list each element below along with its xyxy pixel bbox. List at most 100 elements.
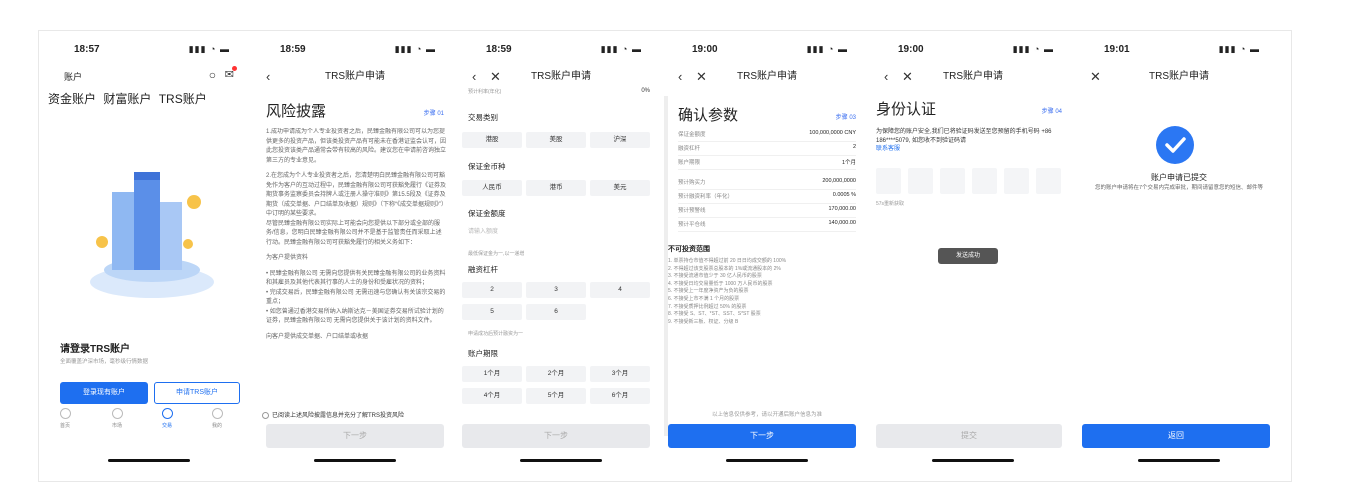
- message-icon[interactable]: ✉: [225, 66, 237, 81]
- resend-countdown[interactable]: 57s重新获取: [876, 200, 904, 207]
- option-sh-sz[interactable]: 沪深: [590, 132, 650, 148]
- param-row: 预计购买力 200,000,0000: [678, 178, 856, 190]
- step-indicator: 步骤 04: [1041, 109, 1062, 115]
- param-row: 预计平仓线 140,000.00: [678, 220, 856, 232]
- close-icon[interactable]: ✕: [1090, 68, 1101, 86]
- option-us[interactable]: 美股: [526, 132, 586, 148]
- back-icon[interactable]: ‹: [266, 68, 270, 86]
- apply-trs-button[interactable]: 申请TRS账户: [154, 382, 240, 404]
- disclosure-text: 1.成功申请成为个人专业投资者之后，民臻金融有限公司可以为您提供更多的投资产品，…: [266, 128, 446, 396]
- term-label: 账户期限: [468, 349, 498, 358]
- back-icon[interactable]: ‹: [472, 68, 476, 86]
- option-hk[interactable]: 港股: [462, 132, 522, 148]
- login-button[interactable]: 登录现有账户: [60, 382, 148, 404]
- nav-title: TRS账户申请: [1149, 71, 1209, 82]
- status-time: 19:00: [692, 44, 718, 55]
- otp-box[interactable]: [972, 168, 997, 194]
- market-icon: [111, 408, 123, 419]
- otp-box[interactable]: [908, 168, 933, 194]
- page-title: 账户: [64, 72, 83, 82]
- trade-type-label: 交易类别: [468, 113, 498, 122]
- status-time: 18:59: [486, 44, 512, 55]
- margin-hint: 最低保证金为一,以一递增: [468, 251, 525, 257]
- nav-title: TRS账户申请: [737, 71, 797, 82]
- term-1m[interactable]: 1个月: [462, 366, 522, 382]
- step-indicator: 步骤 03: [835, 115, 856, 121]
- paragraph: • 完成交易后，民臻金融有限公司 无需迅速与您确认有关该宗交易的重点；: [266, 289, 446, 306]
- next-button[interactable]: 下一步: [668, 424, 856, 448]
- back-icon[interactable]: ‹: [884, 68, 888, 86]
- param-value: 200,000,0000: [822, 178, 856, 184]
- param-label: 保证金额度: [678, 132, 706, 138]
- submit-button[interactable]: 提交: [876, 424, 1062, 448]
- otp-box[interactable]: [940, 168, 965, 194]
- home-icon: [59, 408, 71, 419]
- leverage-6[interactable]: 6: [526, 304, 586, 320]
- screen-account: 18:57 ▮▮▮ ◔ ▬ 账户 ○ ✉ 资金账户 财富账户 TRS账户 请登录T…: [46, 36, 252, 476]
- param-row: 账户期限 1个月: [678, 158, 856, 170]
- back-button[interactable]: 返回: [1082, 424, 1270, 448]
- term-5m[interactable]: 5个月: [526, 388, 586, 404]
- leverage-3[interactable]: 3: [526, 282, 586, 298]
- bottom-tab-mine[interactable]: 我的: [202, 408, 232, 429]
- search-icon[interactable]: ○: [209, 68, 216, 82]
- screen-identity: 19:00 ▮▮▮ ◔ ▬ ‹ ✕ TRS账户申请 身份认证 步骤 04 为保障您的账…: [870, 36, 1076, 476]
- page-heading: 身份认证: [876, 101, 937, 118]
- bottom-tab-trade[interactable]: 交易: [152, 408, 182, 429]
- paragraph: 向客户提供成交单据、户口结单或收据: [266, 333, 369, 340]
- agree-label: 已阅读上述风险披露信息并充分了解TRS投资风险: [272, 413, 405, 419]
- back-icon[interactable]: ‹: [678, 68, 682, 86]
- option-usd[interactable]: 美元: [590, 180, 650, 196]
- term-3m[interactable]: 3个月: [590, 366, 650, 382]
- close-icon[interactable]: ✕: [490, 68, 501, 86]
- bottom-tab-label: 市场: [111, 423, 122, 429]
- margin-input[interactable]: 请输入额度: [468, 226, 498, 235]
- home-indicator: [932, 459, 1014, 462]
- param-value: 1个月: [841, 160, 856, 166]
- close-icon[interactable]: ✕: [902, 68, 913, 86]
- bottom-tab-home[interactable]: 首页: [50, 408, 80, 429]
- otp-box[interactable]: [1004, 168, 1029, 194]
- leverage-2[interactable]: 2: [462, 282, 522, 298]
- param-row: 预计融资利率（年化） 0.0005 %: [678, 192, 856, 204]
- leverage-5[interactable]: 5: [462, 304, 522, 320]
- screen-apply-form: 18:59 ▮▮▮ ◔ ▬ ‹ ✕ TRS账户申请 预计利率(年化) 0% 交易类别 …: [458, 36, 664, 476]
- paragraph: 为客户提供资料: [266, 255, 309, 261]
- agree-checkbox[interactable]: 已阅读上述风险披露信息并充分了解TRS投资风险: [262, 410, 404, 419]
- contact-support-link[interactable]: 联系客服: [876, 146, 900, 152]
- next-button[interactable]: 下一步: [462, 424, 650, 448]
- otp-box[interactable]: [1036, 168, 1061, 194]
- nav-title: TRS账户申请: [531, 71, 591, 82]
- login-subtitle: 全面覆盖沪深市场，毫秒级行情数据: [60, 359, 149, 365]
- user-icon: [211, 408, 223, 419]
- option-hkd[interactable]: 港币: [526, 180, 586, 196]
- option-cny[interactable]: 人民币: [462, 180, 522, 196]
- term-2m[interactable]: 2个月: [526, 366, 586, 382]
- tab-trs[interactable]: TRS账户: [159, 92, 207, 106]
- param-value: 2: [852, 144, 856, 150]
- close-icon[interactable]: ✕: [696, 68, 707, 86]
- param-row: 保证金额度 100,000,0000 CNY: [678, 130, 856, 142]
- param-label: 预计平仓线: [678, 222, 706, 228]
- term-4m[interactable]: 4个月: [462, 388, 522, 404]
- home-indicator: [520, 459, 602, 462]
- rate-label: 预计利率(年化): [468, 89, 502, 95]
- bottom-tab-market[interactable]: 市场: [102, 408, 132, 429]
- param-label: 预计预警线: [678, 208, 706, 214]
- param-row: 预计预警线 170,000.00: [678, 206, 856, 218]
- paragraph: • 民臻金融有限公司 无需向您提供有关民臻金融有限公司的业务资料和其雇员及其他代…: [266, 270, 446, 287]
- leverage-4[interactable]: 4: [590, 282, 650, 298]
- param-row: 融资杠杆 2: [678, 144, 856, 156]
- param-label: 账户期限: [678, 160, 701, 166]
- next-button[interactable]: 下一步: [266, 424, 444, 448]
- term-6m[interactable]: 6个月: [590, 388, 650, 404]
- tab-wealth[interactable]: 财富账户: [103, 92, 151, 106]
- signal-wifi-battery-icon: ▮▮▮ ◔ ▬: [188, 44, 230, 54]
- signal-wifi-battery-icon: ▮▮▮ ◔ ▬: [1218, 44, 1260, 54]
- paragraph: • 如您曾通过香港交易所纳入纳斯达克－美国证券交易所试验计划的证券，民臻金融有限…: [266, 308, 444, 325]
- bottom-tab-label: 首页: [59, 423, 70, 429]
- leverage-label: 融资杠杆: [468, 265, 498, 274]
- param-value: 170,000.00: [828, 206, 856, 212]
- tab-funds[interactable]: 资金账户: [48, 92, 96, 106]
- otp-box[interactable]: [876, 168, 901, 194]
